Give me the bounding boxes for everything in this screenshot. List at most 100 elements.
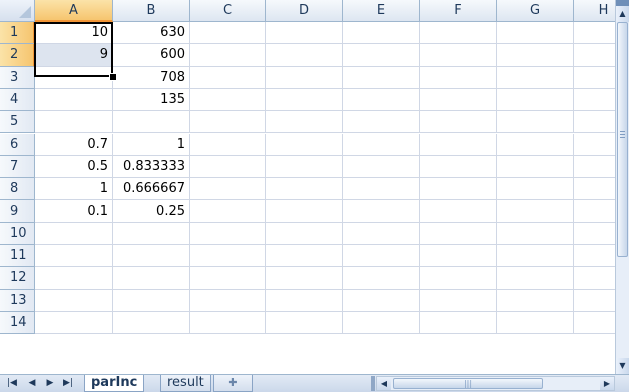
vertical-scroll-thumb[interactable] bbox=[617, 22, 628, 257]
cell-c3[interactable] bbox=[190, 66, 266, 89]
scroll-up-arrow-icon[interactable]: ▲ bbox=[616, 6, 629, 22]
cell-g3[interactable] bbox=[497, 66, 574, 89]
cell-d4[interactable] bbox=[266, 88, 343, 112]
row-header-9[interactable]: 9 bbox=[0, 200, 35, 223]
cell-e12[interactable] bbox=[343, 267, 420, 290]
cell-e14[interactable] bbox=[343, 311, 420, 335]
cell-f4[interactable] bbox=[420, 88, 497, 112]
row-header-11[interactable]: 11 bbox=[0, 245, 35, 268]
cell-g13[interactable] bbox=[497, 289, 574, 312]
cell-d11[interactable] bbox=[266, 245, 343, 268]
cell-b11[interactable] bbox=[113, 245, 190, 268]
cell-c10[interactable] bbox=[190, 222, 266, 245]
cell-c2[interactable] bbox=[190, 44, 266, 67]
cell-c14[interactable] bbox=[190, 311, 266, 335]
cell-g6[interactable] bbox=[497, 133, 574, 156]
cell-g8[interactable] bbox=[497, 178, 574, 201]
cell-e7[interactable] bbox=[343, 155, 420, 179]
sheet-tab-result[interactable]: result bbox=[160, 375, 211, 392]
cell-g2[interactable] bbox=[497, 44, 574, 67]
cell-g1[interactable] bbox=[497, 22, 574, 45]
cell-b2[interactable]: 600 bbox=[113, 44, 190, 67]
cell-a9[interactable]: 0.1 bbox=[35, 200, 113, 223]
cell-f6[interactable] bbox=[420, 133, 497, 156]
cell-g9[interactable] bbox=[497, 200, 574, 223]
select-all-corner[interactable] bbox=[0, 0, 35, 22]
cell-d12[interactable] bbox=[266, 267, 343, 290]
cell-f10[interactable] bbox=[420, 222, 497, 245]
cell-b4[interactable]: 135 bbox=[113, 88, 190, 112]
sheet-tab-parinc[interactable]: parInc bbox=[84, 375, 145, 392]
cell-b1[interactable]: 630 bbox=[113, 22, 190, 45]
cell-f11[interactable] bbox=[420, 245, 497, 268]
cell-c4[interactable] bbox=[190, 88, 266, 112]
cell-e8[interactable] bbox=[343, 178, 420, 201]
cell-e6[interactable] bbox=[343, 133, 420, 156]
cell-c12[interactable] bbox=[190, 267, 266, 290]
cell-f5[interactable] bbox=[420, 111, 497, 134]
vertical-scrollbar[interactable]: ▲ ▼ bbox=[615, 0, 629, 374]
cell-a10[interactable] bbox=[35, 222, 113, 245]
cell-e2[interactable] bbox=[343, 44, 420, 67]
cell-a5[interactable] bbox=[35, 111, 113, 134]
cell-g7[interactable] bbox=[497, 155, 574, 179]
cell-e11[interactable] bbox=[343, 245, 420, 268]
row-header-7[interactable]: 7 bbox=[0, 155, 35, 179]
cell-d2[interactable] bbox=[266, 44, 343, 67]
cell-d8[interactable] bbox=[266, 178, 343, 201]
tab-split-handle[interactable] bbox=[371, 376, 375, 391]
first-sheet-button[interactable]: |◀ bbox=[4, 376, 20, 391]
cell-b5[interactable] bbox=[113, 111, 190, 134]
row-header-4[interactable]: 4 bbox=[0, 88, 35, 112]
column-header-c[interactable]: C bbox=[190, 0, 266, 22]
row-header-2[interactable]: 2 bbox=[0, 44, 35, 67]
row-header-13[interactable]: 13 bbox=[0, 289, 35, 312]
cell-a7[interactable]: 0.5 bbox=[35, 155, 113, 179]
cell-c8[interactable] bbox=[190, 178, 266, 201]
row-header-10[interactable]: 10 bbox=[0, 222, 35, 245]
cell-g11[interactable] bbox=[497, 245, 574, 268]
cell-c11[interactable] bbox=[190, 245, 266, 268]
column-header-b[interactable]: B bbox=[113, 0, 190, 22]
cell-a8[interactable]: 1 bbox=[35, 178, 113, 201]
cell-b8[interactable]: 0.666667 bbox=[113, 178, 190, 201]
cell-c7[interactable] bbox=[190, 155, 266, 179]
cell-g14[interactable] bbox=[497, 311, 574, 335]
cell-b7[interactable]: 0.833333 bbox=[113, 155, 190, 179]
cell-f9[interactable] bbox=[420, 200, 497, 223]
cell-a3[interactable] bbox=[35, 66, 113, 89]
cell-a1[interactable]: 10 bbox=[35, 22, 113, 45]
cell-d9[interactable] bbox=[266, 200, 343, 223]
row-header-1[interactable]: 1 bbox=[0, 22, 35, 45]
insert-worksheet-icon[interactable]: ✚ bbox=[213, 375, 253, 392]
cell-b6[interactable]: 1 bbox=[113, 133, 190, 156]
cell-b3[interactable]: 708 bbox=[113, 66, 190, 89]
cell-a14[interactable] bbox=[35, 311, 113, 335]
cell-f7[interactable] bbox=[420, 155, 497, 179]
cell-f12[interactable] bbox=[420, 267, 497, 290]
cell-f2[interactable] bbox=[420, 44, 497, 67]
scroll-left-arrow-icon[interactable]: ◀ bbox=[377, 377, 391, 390]
cell-c6[interactable] bbox=[190, 133, 266, 156]
column-header-f[interactable]: F bbox=[420, 0, 497, 22]
cell-c5[interactable] bbox=[190, 111, 266, 134]
cell-f13[interactable] bbox=[420, 289, 497, 312]
cell-e9[interactable] bbox=[343, 200, 420, 223]
cell-d5[interactable] bbox=[266, 111, 343, 134]
row-header-3[interactable]: 3 bbox=[0, 66, 35, 89]
cell-f3[interactable] bbox=[420, 66, 497, 89]
column-header-e[interactable]: E bbox=[343, 0, 420, 22]
cell-b14[interactable] bbox=[113, 311, 190, 335]
cell-g10[interactable] bbox=[497, 222, 574, 245]
row-header-12[interactable]: 12 bbox=[0, 267, 35, 290]
cell-d1[interactable] bbox=[266, 22, 343, 45]
cell-d7[interactable] bbox=[266, 155, 343, 179]
cell-d14[interactable] bbox=[266, 311, 343, 335]
cell-g12[interactable] bbox=[497, 267, 574, 290]
cell-a11[interactable] bbox=[35, 245, 113, 268]
cell-c9[interactable] bbox=[190, 200, 266, 223]
cell-d3[interactable] bbox=[266, 66, 343, 89]
cell-d13[interactable] bbox=[266, 289, 343, 312]
cell-b9[interactable]: 0.25 bbox=[113, 200, 190, 223]
horizontal-scroll-thumb[interactable]: ||| bbox=[393, 378, 543, 389]
